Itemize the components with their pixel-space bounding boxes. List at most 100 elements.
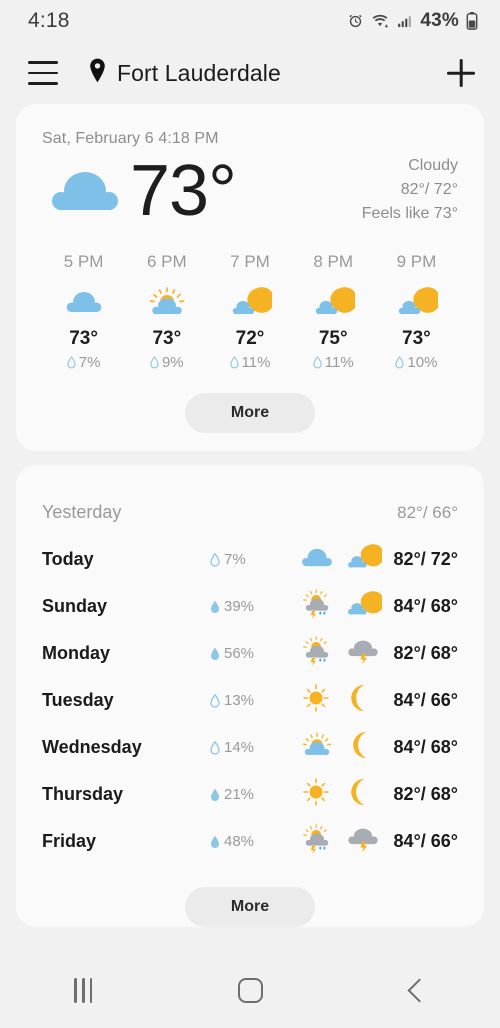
table-row[interactable]: Wednesday 14% 84°/ 68° <box>42 724 458 771</box>
day-precip: 14% <box>210 739 298 756</box>
hourly-precip: 11% <box>208 354 291 371</box>
current-main-row: 73° Cloudy 82°/ 72° Feels like 73° <box>42 154 458 228</box>
hourly-temp: 72° <box>235 328 265 349</box>
signal-icon <box>396 13 413 30</box>
day-icons <box>298 683 394 718</box>
current-datetime: Sat, February 6 4:18 PM <box>42 130 219 147</box>
hourly-precip: 7% <box>42 354 125 371</box>
hourly-precip: 9% <box>125 354 208 371</box>
table-row[interactable]: Friday 48% 84°/ 66° <box>42 818 458 865</box>
hourly-more-button[interactable]: More <box>184 393 316 433</box>
battery-icon <box>466 12 478 30</box>
thunderstorm-cloud-icon <box>344 636 382 671</box>
yesterday-row: Yesterday 82°/ 66° <box>42 489 458 536</box>
droplet-icon <box>210 552 220 567</box>
daily-more-wrap: More <box>42 887 458 927</box>
droplet-icon <box>150 356 159 369</box>
hourly-forecast[interactable]: 5 PM 73° 7% 6 PM 73° 9% 7 PM 72° 11% 8 P… <box>42 252 458 371</box>
current-condition: Cloudy <box>408 157 458 174</box>
droplet-icon <box>210 693 220 708</box>
hourly-time: 9 PM <box>396 252 437 271</box>
status-icons: 43% <box>347 10 478 32</box>
day-precip-value: 14% <box>224 739 255 756</box>
table-row[interactable]: Sunday 39% 84°/ 68° <box>42 583 458 630</box>
hourly-time: 7 PM <box>230 252 270 271</box>
day-label: Wednesday <box>42 737 142 757</box>
app-bar: Fort Lauderdale <box>0 42 500 104</box>
droplet-icon <box>395 356 405 369</box>
sun-thunderstorm-icon <box>298 824 336 859</box>
droplet-icon <box>211 788 219 801</box>
day-high-low: 84°/ 68° <box>393 596 458 616</box>
day-high-low: 84°/ 66° <box>393 831 458 851</box>
scroll-content[interactable]: Sat, February 6 4:18 PM 73° Cloudy 82°/ … <box>0 104 500 952</box>
hourly-precip-value: 10% <box>407 354 438 371</box>
partly-cloudy-night-icon <box>375 280 458 324</box>
partly-cloudy-night-icon <box>344 543 385 576</box>
hourly-temp: 73° <box>402 328 431 349</box>
hourly-item[interactable]: 9 PM 73° 10% <box>375 252 458 371</box>
thunderstorm-cloud-icon <box>344 824 382 859</box>
day-label: Tuesday <box>42 690 114 710</box>
day-precip: 13% <box>210 692 298 709</box>
table-row[interactable]: Monday 56% 82°/ 68° <box>42 630 458 677</box>
sunny-icon <box>298 777 334 812</box>
location-pin-icon <box>88 58 107 88</box>
hourly-item[interactable]: 5 PM 73° 7% <box>42 252 125 371</box>
day-precip: 7% <box>210 551 298 568</box>
clear-night-icon <box>344 730 376 765</box>
hourly-precip-value: 11% <box>241 354 271 371</box>
daily-more-button[interactable]: More <box>184 887 316 927</box>
day-precip-value: 48% <box>224 833 255 850</box>
hourly-item[interactable]: 8 PM 75° 11% <box>292 252 375 371</box>
day-label: Sunday <box>42 596 108 616</box>
partly-sunny-icon <box>298 731 336 764</box>
current-weather-card: Sat, February 6 4:18 PM 73° Cloudy 82°/ … <box>16 104 484 451</box>
droplet-icon <box>229 356 239 369</box>
hourly-time: 6 PM <box>146 252 187 271</box>
day-label: Thursday <box>42 784 124 804</box>
hourly-precip-value: 7% <box>78 354 101 371</box>
droplet-icon <box>211 647 219 660</box>
day-precip-value: 39% <box>224 598 255 615</box>
system-navigation-bar <box>0 952 500 1028</box>
day-icons <box>298 589 394 624</box>
partly-sunny-icon <box>125 280 208 324</box>
clear-night-icon <box>342 777 374 812</box>
droplet-icon <box>211 835 219 848</box>
cloudy-icon <box>298 544 336 576</box>
current-temperature: 73° <box>130 151 237 231</box>
day-icons <box>298 730 394 765</box>
table-row[interactable]: Thursday 21% 82°/ 68° <box>42 771 458 818</box>
sunny-icon <box>298 683 334 718</box>
daily-forecast-card: Yesterday 82°/ 66° Today 7% 82°/ 72° Sun… <box>16 465 484 927</box>
table-row[interactable]: Tuesday 13% 84°/ 66° <box>42 677 458 724</box>
recents-icon[interactable] <box>0 977 167 1003</box>
hourly-precip-value: 11% <box>324 354 354 371</box>
home-icon[interactable] <box>167 977 334 1003</box>
battery-percent: 43% <box>420 10 459 31</box>
day-high-low: 82°/ 68° <box>393 643 458 663</box>
plus-icon[interactable] <box>444 56 478 90</box>
hourly-item[interactable]: 6 PM 73° 9% <box>125 252 208 371</box>
current-details: Cloudy 82°/ 72° Feels like 73° <box>362 154 458 228</box>
day-high-low: 82°/ 72° <box>393 549 458 569</box>
day-icons <box>298 543 394 576</box>
table-row[interactable]: Today 7% 82°/ 72° <box>42 536 458 583</box>
day-precip: 21% <box>210 786 298 803</box>
hourly-temp: 73° <box>69 328 98 349</box>
hourly-item[interactable]: 7 PM 72° 11% <box>208 252 291 371</box>
back-icon[interactable] <box>333 977 500 1003</box>
day-precip-value: 21% <box>224 786 255 803</box>
day-precip: 56% <box>210 645 298 662</box>
location-label[interactable]: Fort Lauderdale <box>88 58 281 88</box>
day-high-low: 82°/ 68° <box>393 784 458 804</box>
hourly-more-wrap: More <box>42 393 458 433</box>
day-high-low: 84°/ 68° <box>393 737 458 757</box>
status-time: 4:18 <box>28 9 70 32</box>
hourly-precip: 11% <box>292 354 375 371</box>
city-name: Fort Lauderdale <box>117 59 281 86</box>
hourly-temp: 73° <box>152 328 182 349</box>
hamburger-menu-icon[interactable] <box>28 61 58 85</box>
day-high-low: 84°/ 66° <box>393 690 458 710</box>
